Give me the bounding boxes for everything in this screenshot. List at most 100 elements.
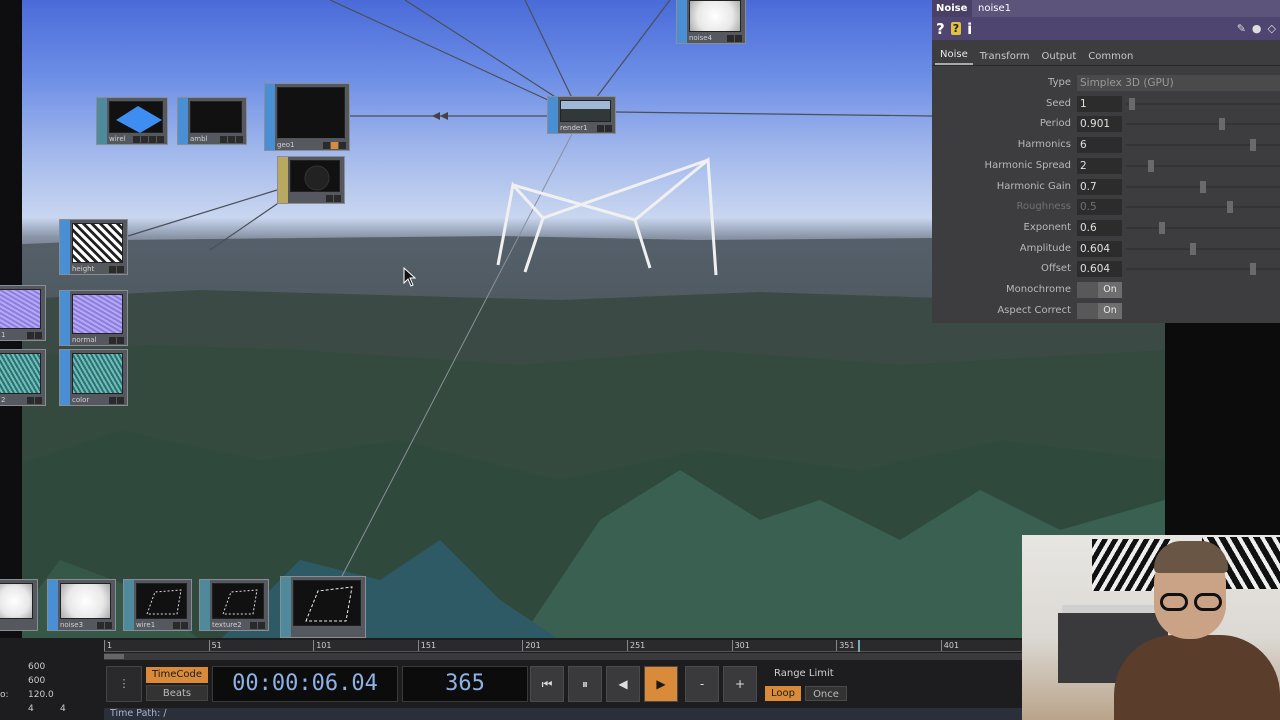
roughness-field[interactable]: 0.5 <box>1077 199 1122 216</box>
node-flags[interactable] <box>323 142 346 149</box>
harmonic-gain-field[interactable]: 0.7 <box>1077 178 1122 195</box>
signature-b[interactable]: 4 <box>60 704 66 714</box>
node-selected-geo[interactable] <box>280 576 366 638</box>
amplitude-field[interactable]: 0.604 <box>1077 240 1122 257</box>
node-noise4[interactable]: noise4 <box>676 0 746 44</box>
node-thumbnail <box>136 583 187 619</box>
node-thumbnail <box>109 101 163 133</box>
node-thumbnail <box>560 100 611 122</box>
range-handle[interactable] <box>104 654 124 659</box>
slider-knob[interactable] <box>1128 97 1135 110</box>
step-back-button[interactable]: - <box>685 666 719 702</box>
slider-knob[interactable] <box>1250 263 1257 276</box>
fps-value[interactable]: 120.0 <box>28 690 54 700</box>
node-flags[interactable] <box>173 622 188 629</box>
timeline-ruler[interactable]: 1 51 101 151 201 251 301 351 401 <box>104 640 1022 652</box>
node-flag-bar <box>178 98 188 144</box>
range-bar[interactable] <box>104 653 1022 660</box>
seed-field[interactable]: 1 <box>1077 95 1122 112</box>
offset-field[interactable]: 0.604 <box>1077 261 1122 278</box>
step-forward-button[interactable]: + <box>723 666 757 702</box>
node-thumbnail <box>0 583 33 619</box>
harmonic-spread-slider[interactable] <box>1126 159 1280 172</box>
seed-slider[interactable] <box>1126 97 1280 110</box>
comment-icon[interactable]: ● <box>1252 22 1262 35</box>
slider-knob[interactable] <box>1200 180 1206 193</box>
help-icon[interactable]: ? <box>936 20 945 38</box>
timecode-display[interactable]: 00:00:06.04 <box>212 666 398 702</box>
slider-knob[interactable] <box>1226 201 1233 214</box>
pause-button[interactable]: ⏸ <box>568 666 602 702</box>
frame-display[interactable]: 365 <box>402 666 528 702</box>
node-wire-geo[interactable]: wirel <box>96 97 168 145</box>
roughness-slider[interactable] <box>1126 201 1280 214</box>
exponent-slider[interactable] <box>1126 221 1280 234</box>
node-flags[interactable] <box>109 337 124 344</box>
slider-knob[interactable] <box>1158 221 1165 234</box>
node-flags[interactable] <box>109 397 124 404</box>
loop-button[interactable]: Loop <box>765 686 801 701</box>
node-flags[interactable] <box>727 35 742 42</box>
amplitude-slider[interactable] <box>1126 242 1280 255</box>
node-amb[interactable]: ambl <box>177 97 247 145</box>
node-flags[interactable] <box>27 397 42 404</box>
node-left-2[interactable]: 2 <box>0 349 46 406</box>
python-help-icon[interactable]: ? <box>950 22 962 35</box>
rewind-button[interactable]: ⏮ <box>530 666 564 702</box>
period-slider[interactable] <box>1126 118 1280 131</box>
node-render1[interactable]: render1 <box>547 96 616 134</box>
edit-icon[interactable]: ✎ <box>1237 22 1246 35</box>
aspect-correct-toggle[interactable]: On <box>1077 302 1122 319</box>
harmonics-slider[interactable] <box>1126 139 1280 152</box>
time-path[interactable]: Time Path: / <box>104 708 1022 720</box>
node-flags[interactable] <box>109 266 124 273</box>
node-flags[interactable] <box>97 622 112 629</box>
harmonic-gain-slider[interactable] <box>1126 180 1280 193</box>
offset-slider[interactable] <box>1126 263 1280 276</box>
node-noise3[interactable]: noise3 <box>47 579 116 631</box>
type-menu[interactable]: Simplex 3D (GPU) <box>1077 75 1280 91</box>
once-button[interactable]: Once <box>805 686 847 701</box>
node-flags[interactable] <box>326 195 341 202</box>
beats-button[interactable]: Beats <box>146 685 208 701</box>
node-color[interactable]: color <box>59 349 128 406</box>
period-field[interactable]: 0.901 <box>1077 116 1122 133</box>
tab-common[interactable]: Common <box>1083 51 1138 65</box>
tab-output[interactable]: Output <box>1037 51 1082 65</box>
operator-name[interactable]: noise1 <box>972 0 1280 17</box>
signature-a[interactable]: 4 <box>28 704 34 714</box>
slider-knob[interactable] <box>1148 159 1155 172</box>
node-flags[interactable] <box>27 332 42 339</box>
node-flags[interactable] <box>133 136 164 143</box>
node-flags[interactable] <box>597 125 612 132</box>
wireframe-icon <box>222 589 258 615</box>
end-value[interactable]: 600 <box>28 662 45 672</box>
timecode-button[interactable]: TimeCode <box>146 667 208 683</box>
node-geo[interactable]: geo1 <box>264 83 350 151</box>
tab-noise[interactable]: Noise <box>935 49 973 65</box>
node-normal[interactable]: normal <box>59 290 128 346</box>
node-flags[interactable] <box>220 136 243 143</box>
harmonics-field[interactable]: 6 <box>1077 137 1122 154</box>
playhead[interactable] <box>858 640 860 652</box>
node-height[interactable]: height <box>59 219 128 275</box>
timeline-menu-button[interactable]: ⋮ <box>106 666 142 702</box>
node-flags[interactable] <box>250 622 265 629</box>
harmonic-spread-field[interactable]: 2 <box>1077 157 1122 174</box>
node-left-1[interactable]: 1 <box>0 285 46 341</box>
monochrome-toggle[interactable]: On <box>1077 282 1122 298</box>
info-icon[interactable]: i <box>967 20 972 38</box>
slider-knob[interactable] <box>1189 242 1196 255</box>
exponent-field[interactable]: 0.6 <box>1077 219 1122 236</box>
node-texture2[interactable]: texture2 <box>199 579 269 631</box>
rend-value[interactable]: 600 <box>28 676 45 686</box>
slider-knob[interactable] <box>1219 118 1226 131</box>
bookmark-icon[interactable]: ◇ <box>1268 22 1276 35</box>
node-bottom-1[interactable] <box>0 579 38 631</box>
slider-knob[interactable] <box>1250 139 1257 152</box>
play-button[interactable]: ▶ <box>644 666 678 702</box>
node-wire1[interactable]: wire1 <box>123 579 192 631</box>
play-reverse-button[interactable]: ◀ <box>606 666 640 702</box>
node-material[interactable] <box>277 156 345 204</box>
tab-transform[interactable]: Transform <box>975 51 1035 65</box>
